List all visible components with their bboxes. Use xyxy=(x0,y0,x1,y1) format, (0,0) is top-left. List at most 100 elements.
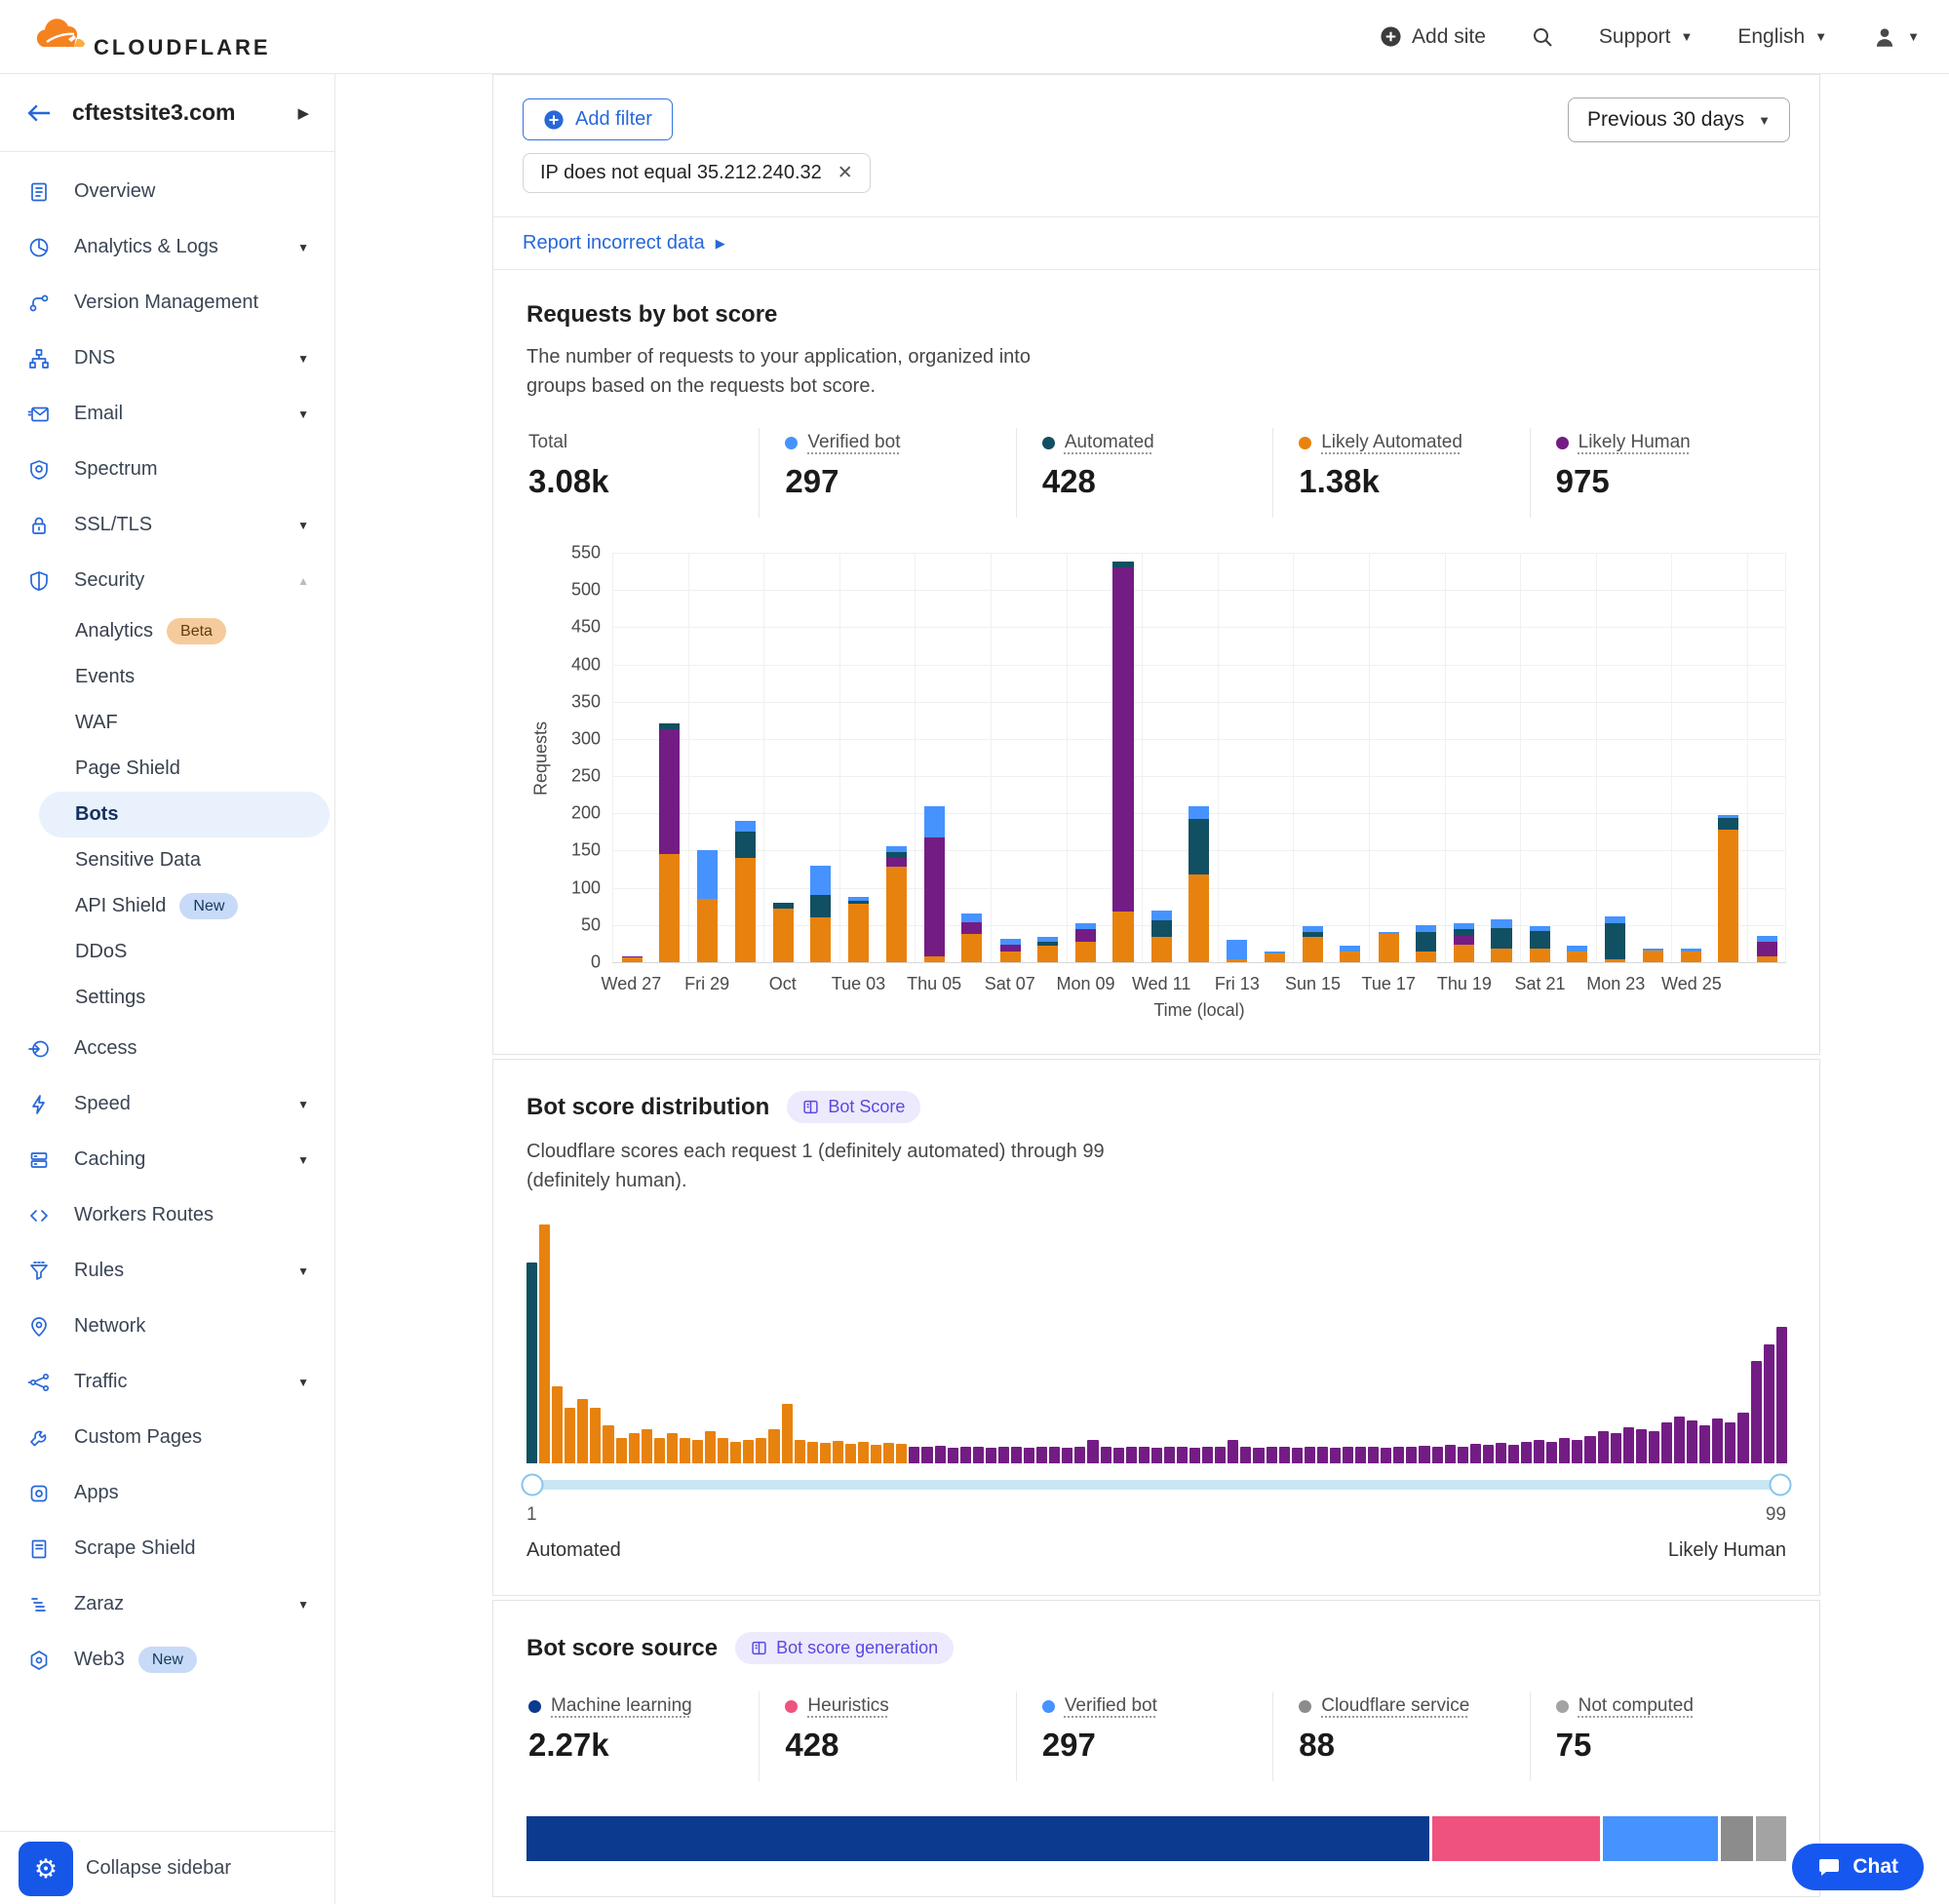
histogram-bar[interactable] xyxy=(998,1447,1009,1464)
bot-score-badge[interactable]: Bot Score xyxy=(787,1091,920,1123)
histogram-bar[interactable] xyxy=(1623,1427,1634,1463)
histogram-bar[interactable] xyxy=(1559,1438,1570,1463)
support-menu[interactable]: Support ▼ xyxy=(1599,25,1693,49)
source-bar-segment-machine-learning[interactable] xyxy=(526,1816,1432,1861)
histogram-bar[interactable] xyxy=(948,1448,958,1463)
chevron-down-icon[interactable]: ▼ xyxy=(297,352,309,366)
bar-slot[interactable] xyxy=(991,553,1029,962)
histogram-bar[interactable] xyxy=(858,1442,869,1463)
histogram-bar[interactable] xyxy=(973,1447,984,1463)
bar-slot[interactable] xyxy=(726,553,763,962)
histogram-bar[interactable] xyxy=(1305,1447,1315,1463)
histogram-bar[interactable] xyxy=(1355,1447,1366,1464)
bar-slot[interactable] xyxy=(763,553,801,962)
histogram-bar[interactable] xyxy=(642,1429,652,1463)
bar-slot[interactable] xyxy=(1483,553,1520,962)
cloudflare-logo[interactable]: CLOUDFLARE xyxy=(29,16,271,58)
histogram-bar[interactable] xyxy=(1292,1448,1303,1463)
source-bar-segment-verified-bot[interactable] xyxy=(1603,1816,1722,1861)
histogram-bar[interactable] xyxy=(909,1447,919,1464)
sidebar-item-rules[interactable]: Rules▼ xyxy=(0,1243,334,1299)
sidebar-item-network[interactable]: Network xyxy=(0,1299,334,1354)
chevron-down-icon[interactable]: ▼ xyxy=(297,1264,309,1278)
sidebar-item-api-shield[interactable]: API ShieldNew xyxy=(0,883,334,929)
histogram-bar[interactable] xyxy=(1368,1447,1379,1463)
histogram-bar[interactable] xyxy=(795,1440,805,1463)
histogram-bar[interactable] xyxy=(1279,1447,1290,1463)
histogram-bar[interactable] xyxy=(782,1404,793,1463)
sidebar-item-analytics-logs[interactable]: Analytics & Logs▼ xyxy=(0,219,334,275)
add-site-button[interactable]: Add site xyxy=(1380,25,1486,49)
bar-slot[interactable] xyxy=(1332,553,1369,962)
histogram-bar[interactable] xyxy=(692,1440,703,1463)
histogram-bar[interactable] xyxy=(1687,1420,1697,1463)
requests-stat-likely-human[interactable]: Likely Human975 xyxy=(1530,428,1786,518)
histogram-bar[interactable] xyxy=(654,1438,665,1463)
sidebar-item-zaraz[interactable]: Zaraz▼ xyxy=(0,1576,334,1632)
chevron-down-icon[interactable]: ▼ xyxy=(297,1153,309,1167)
histogram-bar[interactable] xyxy=(1699,1425,1710,1463)
requests-stat-verified-bot[interactable]: Verified bot297 xyxy=(759,428,1015,518)
histogram-bar[interactable] xyxy=(1381,1448,1391,1463)
bar-slot[interactable] xyxy=(688,553,726,962)
site-selector[interactable]: cftestsite3.com ▶ xyxy=(0,74,334,152)
histogram-bar[interactable] xyxy=(1496,1443,1506,1463)
source-bar-segment-heuristics[interactable] xyxy=(1432,1816,1603,1861)
bar-slot[interactable] xyxy=(915,553,953,962)
histogram-bar[interactable] xyxy=(871,1445,881,1463)
histogram-bar[interactable] xyxy=(1508,1445,1519,1463)
sidebar-item-speed[interactable]: Speed▼ xyxy=(0,1076,334,1132)
sidebar-item-workers-routes[interactable]: Workers Routes xyxy=(0,1187,334,1243)
sidebar-item-web3[interactable]: Web3New xyxy=(0,1632,334,1688)
histogram-bar[interactable] xyxy=(768,1429,779,1463)
histogram-bar[interactable] xyxy=(1725,1422,1735,1463)
sidebar-item-traffic[interactable]: Traffic▼ xyxy=(0,1354,334,1410)
histogram-bar[interactable] xyxy=(743,1440,754,1463)
histogram-bar[interactable] xyxy=(552,1386,563,1463)
requests-stat-total[interactable]: Total3.08k xyxy=(526,428,759,518)
sidebar-item-events[interactable]: Events xyxy=(0,654,334,700)
histogram-bar[interactable] xyxy=(1445,1445,1456,1463)
histogram-bar[interactable] xyxy=(1151,1448,1162,1463)
bar-slot[interactable] xyxy=(1369,553,1407,962)
histogram-bar[interactable] xyxy=(1024,1448,1034,1463)
histogram-bar[interactable] xyxy=(1139,1447,1150,1463)
histogram-bar[interactable] xyxy=(1202,1447,1213,1463)
bar-slot[interactable] xyxy=(612,553,650,962)
histogram-bar[interactable] xyxy=(1049,1447,1060,1464)
settings-fab-button[interactable]: ⚙ xyxy=(19,1842,73,1896)
chevron-down-icon[interactable]: ▼ xyxy=(297,1376,309,1389)
slider-handle-min[interactable] xyxy=(522,1474,544,1496)
sidebar-item-access[interactable]: Access xyxy=(0,1021,334,1076)
chevron-down-icon[interactable]: ▼ xyxy=(297,1598,309,1612)
slider-track[interactable] xyxy=(526,1480,1786,1490)
histogram-bar[interactable] xyxy=(960,1447,971,1464)
histogram-bar[interactable] xyxy=(833,1441,843,1463)
source-stat-verified-bot[interactable]: Verified bot297 xyxy=(1016,1691,1272,1781)
bar-slot[interactable] xyxy=(801,553,838,962)
histogram-bar[interactable] xyxy=(1087,1440,1098,1463)
bar-slot[interactable] xyxy=(1142,553,1180,962)
bar-slot[interactable] xyxy=(1747,553,1786,962)
source-stat-heuristics[interactable]: Heuristics428 xyxy=(759,1691,1015,1781)
filter-chip[interactable]: IP does not equal 35.212.240.32 ✕ xyxy=(523,153,871,193)
source-bar-segment-cloudflare-service[interactable] xyxy=(1721,1816,1756,1861)
histogram-bar[interactable] xyxy=(807,1442,818,1463)
histogram-bar[interactable] xyxy=(1317,1447,1328,1464)
sidebar-item-analytics[interactable]: AnalyticsBeta xyxy=(0,608,334,654)
histogram-bar[interactable] xyxy=(1546,1442,1557,1463)
histogram-bar[interactable] xyxy=(1101,1447,1111,1463)
histogram-bar[interactable] xyxy=(1164,1447,1175,1463)
bar-slot[interactable] xyxy=(1293,553,1331,962)
histogram-bar[interactable] xyxy=(1240,1447,1251,1463)
histogram-bar[interactable] xyxy=(616,1438,627,1463)
sidebar-item-version-management[interactable]: Version Management xyxy=(0,275,334,330)
sidebar-item-sensitive-data[interactable]: Sensitive Data xyxy=(0,837,334,883)
histogram-bar[interactable] xyxy=(1737,1413,1748,1464)
sidebar-item-spectrum[interactable]: Spectrum xyxy=(0,442,334,497)
sidebar-item-custom-pages[interactable]: Custom Pages xyxy=(0,1410,334,1465)
chevron-right-icon[interactable]: ▶ xyxy=(297,104,309,122)
histogram-bar[interactable] xyxy=(1432,1447,1443,1464)
histogram-bar[interactable] xyxy=(667,1433,678,1463)
histogram-bar[interactable] xyxy=(883,1443,894,1463)
